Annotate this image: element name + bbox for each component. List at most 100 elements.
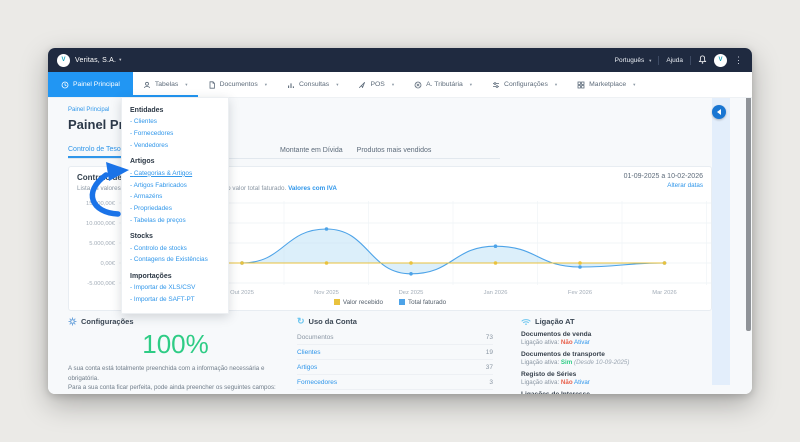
wifi-icon [521,317,531,326]
at-title: Ligação AT [535,317,575,326]
chevron-down-icon: ▾ [336,82,338,88]
usage-refresh-icon: ↻ [297,317,305,326]
nav-item-consultas[interactable]: Consultas▾ [277,72,349,97]
menu-item-controlo-de-stocks[interactable]: Controlo de stocks [130,242,220,254]
usage-row-vendedores[interactable]: Vendedores0 [297,390,493,394]
menu-item-categorias-artigos[interactable]: Categorias & Artigos [130,167,220,179]
at-entry-name: Registo de Séries [521,371,717,378]
nav-item-marketplace[interactable]: Marketplace▾ [567,72,645,97]
usage-row-documentos: Documentos73 [297,330,493,345]
dropdown-section-title: Entidades [130,107,220,114]
pos-icon [358,81,366,89]
menu-item-armazens[interactable]: Armazéns [130,191,220,203]
section-uso-da-conta: ↻ Uso da Conta Documentos73 Clientes19 A… [297,316,493,394]
section-configuracoes: Configurações 100% A sua conta está tota… [68,316,283,394]
menu-item-vendedores[interactable]: Vendedores [130,140,220,152]
help-link[interactable]: Ajuda [666,57,683,64]
usage-row-fornecedores[interactable]: Fornecedores3 [297,375,493,390]
usage-title: Uso da Conta [309,317,357,326]
ativar-link[interactable]: Ativar [574,379,590,386]
main-nav: Painel Principal Tabelas▾ Documentos▾ Co… [48,72,752,98]
app-window: V Veritas, S.A. ▾ Português ▾ Ajuda V ⋮ … [48,48,752,394]
at-entry-status: Ligação ativa: Não Ativar [521,339,717,346]
usage-row-artigos[interactable]: Artigos37 [297,360,493,375]
settings-icon [492,81,500,89]
svg-text:0,00€: 0,00€ [100,261,115,267]
clock-icon [61,81,69,89]
tab-montante-divida[interactable]: Montante em Dívida [280,147,343,158]
dropdown-section-title: Stocks [130,233,220,240]
svg-text:5.000,00€: 5.000,00€ [89,241,116,247]
marketplace-icon [577,81,585,89]
right-panel-strip [712,98,730,385]
user-avatar[interactable]: V [714,54,727,67]
at-entry-status: Ligação ativa: Não Ativar [521,379,717,386]
bar-chart-icon [287,81,295,89]
chevron-down-icon: ▾ [265,82,267,88]
section-ligacao-at: Ligação AT Documentos de venda Ligação a… [521,316,717,394]
scrollbar-track[interactable] [746,73,751,392]
nav-item-tabelas[interactable]: Tabelas▾ [133,72,198,97]
tab-produtos-mais-vendidos[interactable]: Produtos mais vendidos [357,147,487,158]
chevron-down-icon: ▾ [633,82,635,88]
company-name[interactable]: Veritas, S.A. [75,57,116,64]
menu-item-propriedades[interactable]: Propriedades [130,203,220,215]
svg-text:-5.000,00€: -5.000,00€ [87,281,115,287]
chevron-down-icon: ▾ [470,82,472,88]
chevron-down-icon: ▾ [185,82,187,88]
svg-text:10.000,00€: 10.000,00€ [86,221,116,227]
overflow-menu-icon[interactable]: ⋮ [734,56,743,65]
panel-collapse-button[interactable] [712,105,726,119]
divider [690,56,691,65]
scrollbar-thumb[interactable] [746,85,751,331]
svg-text:15.000,00€: 15.000,00€ [86,201,116,207]
topbar: V Veritas, S.A. ▾ Português ▾ Ajuda V ⋮ [48,48,752,72]
nav-item-configuracoes[interactable]: Configurações▾ [482,72,567,97]
usage-row-clientes[interactable]: Clientes19 [297,345,493,360]
config-title: Configurações [81,317,134,326]
svg-text:Out 2025: Out 2025 [230,290,254,296]
divider [658,56,659,65]
nav-item-painel-principal[interactable]: Painel Principal [48,72,133,97]
nav-item-a-tributaria[interactable]: A. Tributária▾ [404,72,482,97]
svg-text:Dez 2025: Dez 2025 [399,290,424,296]
menu-item-fornecedores[interactable]: Fornecedores [130,128,220,140]
nav-item-documentos[interactable]: Documentos▾ [198,72,277,97]
language-selector[interactable]: Português ▾ [615,57,652,64]
dropdown-section-title: Importações [130,273,220,280]
tabelas-dropdown-menu: Entidades Clientes Fornecedores Vendedor… [121,97,229,314]
menu-item-importar-xls-csv[interactable]: Importar de XLS/CSV [130,282,220,294]
at-entry-name: Documentos de transporte [521,351,717,358]
menu-item-clientes[interactable]: Clientes [130,116,220,128]
notifications-bell-icon[interactable] [698,55,707,66]
legend-item-valor-recebido[interactable]: Valor recebido [334,299,383,306]
date-range: 01-09-2025 a 10-02-2026 [624,173,703,180]
ativar-link[interactable]: Ativar [574,339,590,346]
users-icon [143,81,151,89]
desktop-background: { "topbar": { "company": "Veritas, S.A."… [0,0,800,442]
menu-item-artigos-fabricados[interactable]: Artigos Fabricados [130,179,220,191]
valores-com-iva-link[interactable]: Valores com IVA [288,185,337,192]
at-entry-name: Documentos de venda [521,331,717,338]
gear-icon [68,317,77,326]
document-icon [208,81,216,89]
nav-item-pos[interactable]: POS▾ [348,72,404,97]
menu-item-tabelas-de-precos[interactable]: Tabelas de preços [130,214,220,226]
chevron-down-icon: ▾ [649,58,651,63]
svg-text:Jan 2026: Jan 2026 [484,290,508,296]
config-text: A sua conta está totalmente preenchida c… [68,364,283,394]
change-dates-link[interactable]: Alterar datas [624,182,703,189]
legend-swatch-faturado [399,299,405,305]
chevron-down-icon: ▾ [119,57,121,63]
account-completion-percent: 100% [68,329,283,360]
menu-item-contagens-existencias[interactable]: Contagens de Existências [130,254,220,266]
legend-item-total-faturado[interactable]: Total faturado [399,299,446,306]
at-entry-status: Ligação ativa: Sim (Desde 10-09-2025) [521,359,717,366]
chevron-down-icon: ▾ [555,82,557,88]
dropdown-section-title: Artigos [130,158,220,165]
menu-item-importar-saft-pt[interactable]: Importar de SAFT-PT [130,294,220,306]
chevron-down-icon: ▾ [392,82,394,88]
company-logo[interactable]: V [57,54,70,67]
svg-text:Nov 2025: Nov 2025 [314,290,339,296]
at-entry-name: Ligações de Interesse [521,391,717,395]
